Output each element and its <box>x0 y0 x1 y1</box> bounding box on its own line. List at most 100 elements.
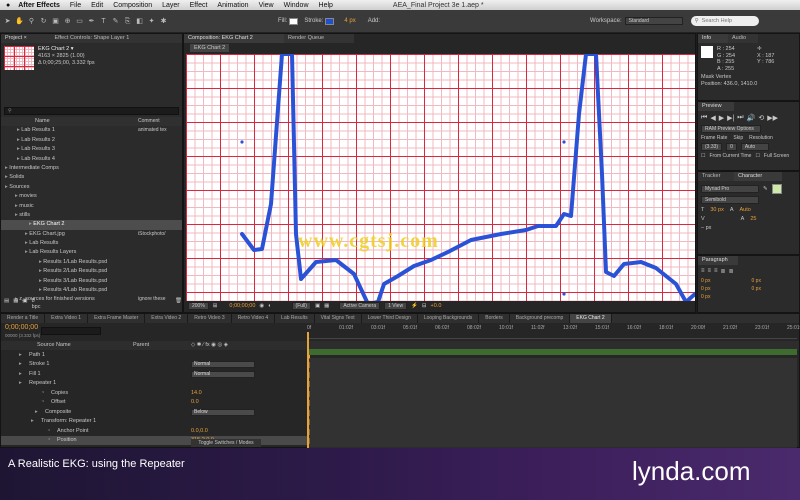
audio-icon[interactable]: 🔊 <box>747 114 756 122</box>
last-frame-icon[interactable]: ⏭ <box>737 114 743 122</box>
project-list-item[interactable]: ▸ Results 4/Lab Results.psd <box>1 286 182 295</box>
search-help-box[interactable]: ⚲ Search Help <box>690 16 759 26</box>
timeline-tab[interactable]: Render a Title <box>1 314 46 323</box>
project-list-item[interactable]: ▸ Sources <box>1 183 182 192</box>
timeline-tab[interactable]: Vital Signs Text <box>315 314 362 323</box>
twirl-icon[interactable]: ▸ <box>19 379 22 389</box>
tab-preview[interactable]: Preview <box>698 102 734 111</box>
timeline-property-row[interactable]: ◔ Offset 0.0 <box>1 398 310 408</box>
tab-paragraph[interactable]: Paragraph <box>698 256 738 265</box>
property-dropdown[interactable]: Normal <box>191 361 255 368</box>
timeline-timecode[interactable]: 0;00;00;00 <box>5 324 38 331</box>
prev-frame-icon[interactable]: ◀ <box>710 114 715 122</box>
tracking-value[interactable]: 25 <box>750 216 756 222</box>
timeline-tab[interactable]: Lower Third Design <box>362 314 418 323</box>
views-select[interactable]: 1 View <box>384 301 408 310</box>
timeline-tab[interactable]: Extra Frame Master <box>88 314 146 323</box>
project-list-item[interactable]: ▸ Results 3/Lab Results.psd <box>1 277 182 286</box>
timeline-property-row[interactable]: ◔Position315.2,0.0 <box>1 436 310 446</box>
selection-tool-icon[interactable]: ➤ <box>3 17 12 26</box>
timeline-property-row[interactable]: ▸ Repeater 1 <box>1 379 310 389</box>
property-dropdown[interactable]: Below <box>191 408 255 416</box>
color-icon[interactable]: ◐ <box>268 303 271 309</box>
snapshot-icon[interactable]: ⊞ <box>213 303 218 309</box>
trash-icon[interactable]: 🗑 <box>175 298 182 310</box>
timeline-tab[interactable]: Borders <box>479 314 510 323</box>
twirl-icon[interactable]: ◔ <box>41 398 44 408</box>
column-name[interactable]: Name <box>35 118 50 124</box>
new-folder-icon[interactable]: ▦ <box>13 298 18 310</box>
rotate-tool-icon[interactable]: ↻ <box>39 17 48 26</box>
menu-view[interactable]: View <box>259 2 274 9</box>
full-screen-checkbox[interactable]: ☐ <box>755 153 759 159</box>
project-search-field[interactable]: ⚲ <box>4 107 179 115</box>
pen-tool-icon[interactable]: ✒ <box>87 17 96 26</box>
timeline-tab[interactable]: EKG Chart 2 <box>570 314 612 323</box>
project-list-item[interactable]: ▸ Lab Results Layers <box>1 248 182 257</box>
menu-help[interactable]: Help <box>319 2 333 9</box>
brush-tool-icon[interactable]: ✎ <box>111 17 120 26</box>
play-icon[interactable]: ▶ <box>719 114 724 122</box>
project-list-item[interactable]: ▸ Solids <box>1 173 182 182</box>
camera-tool-icon[interactable]: ▣ <box>51 17 60 26</box>
stroke-swatch[interactable] <box>325 17 335 25</box>
first-frame-icon[interactable]: ⏮ <box>701 114 707 122</box>
flowchart-icon[interactable]: ⊟ <box>422 303 427 309</box>
timeline-tab[interactable]: Background precomp <box>510 314 571 323</box>
zoom-select[interactable]: 200% <box>188 301 209 310</box>
column-comment[interactable]: Comment <box>138 117 160 126</box>
twirl-icon[interactable]: ◔ <box>47 436 50 446</box>
tab-character[interactable]: Character <box>734 172 782 181</box>
loop-icon[interactable]: ⟲ <box>758 114 764 122</box>
project-list-item[interactable]: ▸ Lab Results <box>1 239 182 248</box>
menu-window[interactable]: Window <box>284 2 309 9</box>
skip-field[interactable]: 0 <box>726 143 737 151</box>
project-list-item[interactable]: ▸ Lab Results 1 animated tex <box>1 126 182 135</box>
ram-preview-options[interactable]: RAM Preview Options <box>701 125 761 133</box>
project-list-item[interactable]: ▸ music <box>1 202 182 211</box>
menu-animation[interactable]: Animation <box>217 2 248 9</box>
timeline-tab[interactable]: Looping Backgrounds <box>418 314 480 323</box>
indent-left-value[interactable]: 0 px <box>701 278 746 284</box>
clone-tool-icon[interactable]: ⎘ <box>123 17 132 26</box>
menu-effect[interactable]: Effect <box>190 2 208 9</box>
type-tool-icon[interactable]: T <box>99 17 108 26</box>
project-list-item[interactable]: ▸ Lab Results 3 <box>1 145 182 154</box>
property-dropdown[interactable]: Normal <box>191 370 255 378</box>
camera-select[interactable]: Active Camera <box>339 301 381 310</box>
roi-icon[interactable]: ▣ <box>315 303 320 309</box>
timeline-tab[interactable]: Extra Video 1 <box>45 314 89 323</box>
indent-first-value[interactable]: 0 px <box>701 286 746 292</box>
menu-layer[interactable]: Layer <box>162 2 180 9</box>
transparency-icon[interactable]: ▦ <box>324 303 329 309</box>
timeline-property-row[interactable]: ▸ Path 1 <box>1 351 310 360</box>
twirl-icon[interactable]: ▸ <box>19 370 22 380</box>
timeline-property-row[interactable]: ◔ Copies 14.0 <box>1 389 310 399</box>
tab-info[interactable]: Info <box>698 34 728 43</box>
project-list-item[interactable]: ▸ Lab Results 2 <box>1 136 182 145</box>
tab-project[interactable]: Project × <box>1 34 51 43</box>
time-ruler[interactable]: 0f 01:02f 03:01f 05:01f 06:02f 08:02f 10:01f 11… <box>307 325 800 339</box>
workspace-select[interactable]: Standard <box>624 17 683 25</box>
twirl-icon[interactable]: ◔ <box>41 389 44 399</box>
project-list-item[interactable]: ▸ Results 1/Lab Results.psd <box>1 258 182 267</box>
indent-right-value[interactable]: 0 px <box>752 278 797 284</box>
comp-subtab[interactable]: EKG Chart 2 <box>190 43 230 52</box>
space-after-value[interactable]: 0 px <box>701 294 746 300</box>
tab-audio[interactable]: Audio <box>728 34 758 43</box>
column-source-name[interactable]: Source Name <box>37 341 71 351</box>
space-before-value[interactable]: 0 px <box>752 286 797 292</box>
app-menu[interactable]: After Effects <box>18 2 60 9</box>
tab-composition[interactable]: Composition: EKG Chart 2 <box>184 34 284 43</box>
leading-value[interactable]: Auto <box>740 207 751 213</box>
comp-timecode[interactable]: 0;00;00;00 <box>229 303 255 309</box>
apple-icon[interactable]: ● <box>6 2 10 9</box>
stroke-width[interactable]: 4 px <box>344 18 355 24</box>
eraser-tool-icon[interactable]: ◧ <box>135 17 144 26</box>
from-current-checkbox[interactable]: ☐ <box>701 153 705 159</box>
tab-effect-controls[interactable]: Effect Controls: Shape Layer 1 <box>50 34 182 43</box>
rectangle-tool-icon[interactable]: ▭ <box>75 17 84 26</box>
project-list-item[interactable]: ▸ Results 2/Lab Results.psd <box>1 267 182 276</box>
font-size-value[interactable]: 30 px <box>710 207 723 213</box>
layer-duration-bar[interactable] <box>307 358 797 450</box>
